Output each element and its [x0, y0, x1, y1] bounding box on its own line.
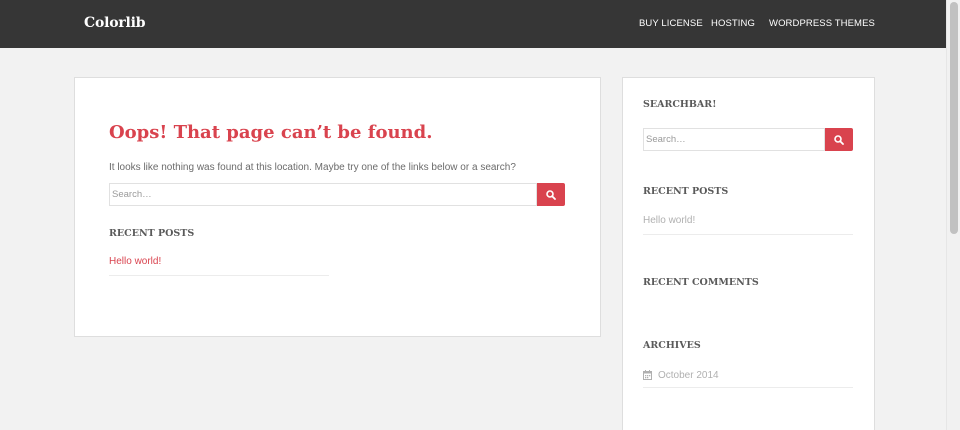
archive-item: October 2014: [643, 368, 719, 382]
archives-title: ARCHIVES: [643, 340, 701, 351]
main-nav: BUY LICENSE HOSTING WORDPRESS THEMES: [0, 18, 946, 32]
sidebar-search-button[interactable]: [825, 128, 853, 151]
nav-link-buy-license[interactable]: BUY LICENSE: [639, 18, 703, 29]
vertical-scrollbar[interactable]: [946, 0, 960, 430]
sidebar: SEARCHBAR! RECENT POSTS Hello world! REC…: [622, 77, 875, 430]
divider: [643, 234, 853, 235]
searchbar-widget-title: SEARCHBAR!: [643, 99, 717, 110]
nav-link-wordpress-themes[interactable]: WORDPRESS THEMES: [769, 18, 875, 29]
main-search-form: [109, 183, 565, 206]
scrollbar-thumb[interactable]: [950, 2, 958, 234]
sidebar-recent-posts-title: RECENT POSTS: [643, 186, 729, 197]
page-title: Oops! That page can’t be found.: [109, 122, 433, 143]
archive-link-october-2014[interactable]: October 2014: [658, 370, 719, 381]
sidebar-search-input[interactable]: [643, 128, 825, 151]
search-icon: [834, 134, 844, 145]
main-search-input[interactable]: [109, 183, 537, 206]
calendar-icon: [643, 370, 652, 380]
divider: [109, 275, 329, 276]
nav-link-hosting[interactable]: HOSTING: [711, 18, 755, 29]
recent-comments-title: RECENT COMMENTS: [643, 277, 759, 288]
recent-post-link[interactable]: Hello world!: [109, 256, 161, 267]
sidebar-search-form: [643, 128, 853, 151]
recent-posts-heading: RECENT POSTS: [109, 228, 195, 239]
not-found-message: It looks like nothing was found at this …: [109, 162, 516, 173]
search-icon: [546, 189, 556, 200]
divider: [643, 387, 853, 388]
sidebar-recent-post-link[interactable]: Hello world!: [643, 215, 695, 226]
not-found-card: Oops! That page can’t be found. It looks…: [74, 77, 601, 337]
top-navbar: Colorlib BUY LICENSE HOSTING WORDPRESS T…: [0, 0, 946, 48]
main-search-button[interactable]: [537, 183, 565, 206]
